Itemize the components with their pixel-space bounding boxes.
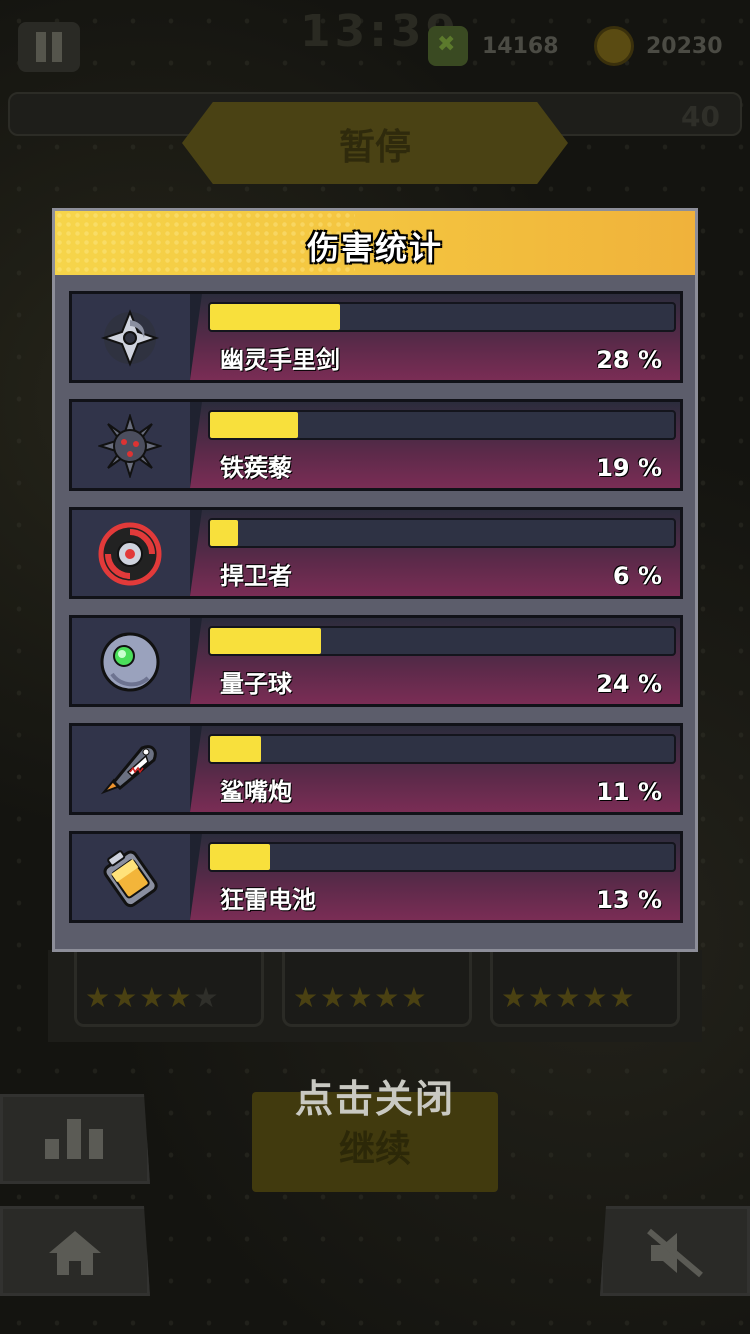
damage-percent: 11 % <box>596 778 662 806</box>
icon-cell <box>72 510 190 596</box>
damage-bar-fill <box>210 520 238 546</box>
home-icon <box>49 1231 101 1275</box>
pause-icon <box>36 32 46 62</box>
damage-bar-fill <box>210 628 322 654</box>
icon-cell <box>72 402 190 488</box>
damage-bar-fill <box>210 412 299 438</box>
kill-counter: 14168 <box>428 26 559 66</box>
defender-icon <box>98 522 162 586</box>
icon-cell <box>72 726 190 812</box>
damage-row: 量子球 24 % <box>69 615 683 707</box>
damage-bar <box>208 302 676 332</box>
damage-bar <box>208 518 676 548</box>
tap-to-close-hint[interactable]: 点击关闭 <box>0 1068 750 1123</box>
damage-bar-fill <box>210 736 262 762</box>
star-rating: ★★★★★ <box>293 981 429 1014</box>
damage-row: 鲨嘴炮 11 % <box>69 723 683 815</box>
mute-button[interactable] <box>600 1206 750 1296</box>
icon-cell <box>72 618 190 704</box>
damage-percent: 24 % <box>596 670 662 698</box>
damage-bar-fill <box>210 844 271 870</box>
icon-cell <box>72 834 190 920</box>
skill-card: ★★★★★ <box>74 950 264 1027</box>
damage-percent: 13 % <box>596 886 662 914</box>
damage-bar <box>208 410 676 440</box>
damage-percent: 19 % <box>596 454 662 482</box>
damage-stats-panel: 伤害统计 幽灵手里剑 28 % 铁蒺藜 19 % 捍卫者 6 % 量子球 24 … <box>52 208 698 952</box>
star-rating: ★★★★★ <box>85 981 221 1014</box>
pause-banner: 暂停 <box>182 102 568 184</box>
coin-icon <box>594 26 634 66</box>
damage-row: 幽灵手里剑 28 % <box>69 291 683 383</box>
coin-count: 20230 <box>646 33 723 59</box>
pause-title: 暂停 <box>338 127 411 168</box>
bar-chart-icon-bar <box>89 1129 103 1159</box>
panel-header: 伤害统计 <box>55 211 695 275</box>
weapon-name: 鲨嘴炮 <box>220 778 292 806</box>
skull-icon <box>428 26 468 66</box>
weapon-name: 铁蒺藜 <box>220 454 292 482</box>
coin-counter: 20230 <box>594 26 723 66</box>
home-button[interactable] <box>0 1206 150 1296</box>
kill-count: 14168 <box>482 33 559 59</box>
damage-percent: 6 % <box>612 562 662 590</box>
pause-icon-bar <box>52 32 62 62</box>
panel-title: 伤害统计 <box>306 229 443 267</box>
player-level: 40 <box>681 100 720 133</box>
skill-card: ★★★★★ <box>490 950 680 1027</box>
shark-rocket-icon <box>100 745 157 795</box>
pause-button[interactable] <box>18 22 80 72</box>
continue-label: 继续 <box>338 1129 411 1170</box>
weapon-name: 幽灵手里剑 <box>220 346 340 374</box>
bar-chart-icon-bar <box>67 1119 81 1159</box>
skill-cards: ★★★★★ ★★★★★ ★★★★★ <box>48 950 702 1042</box>
damage-bar <box>208 626 676 656</box>
sound-off-icon <box>647 1228 703 1278</box>
weapon-name: 量子球 <box>220 670 292 698</box>
damage-row: 捍卫者 6 % <box>69 507 683 599</box>
damage-row: 狂雷电池 13 % <box>69 831 683 923</box>
weapon-name: 捍卫者 <box>220 562 292 590</box>
damage-bar <box>208 734 676 764</box>
icon-cell <box>72 294 190 380</box>
skill-card: ★★★★★ <box>282 950 472 1027</box>
damage-bar-fill <box>210 304 340 330</box>
battery-icon <box>103 850 158 908</box>
damage-bar <box>208 842 676 872</box>
damage-row: 铁蒺藜 19 % <box>69 399 683 491</box>
quantum-orb-icon <box>100 632 160 692</box>
bar-chart-icon-bar <box>45 1139 59 1159</box>
damage-percent: 28 % <box>596 346 662 374</box>
weapon-name: 狂雷电池 <box>220 886 316 914</box>
shuriken-icon <box>100 309 160 367</box>
spiked-mine-icon <box>98 414 162 478</box>
star-rating: ★★★★★ <box>501 981 637 1014</box>
